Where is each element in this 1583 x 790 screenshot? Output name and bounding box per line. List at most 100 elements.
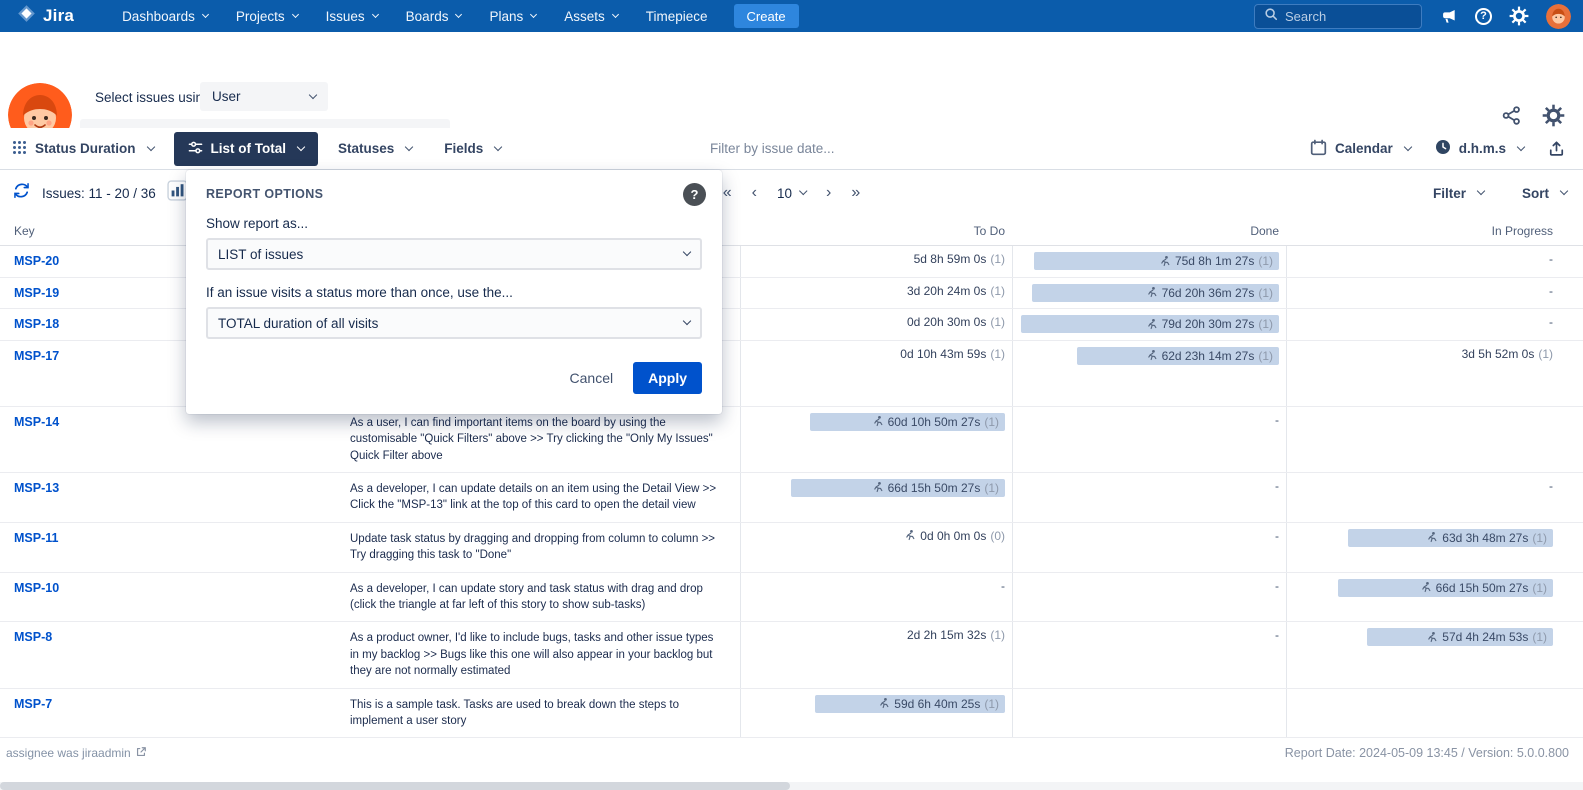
issue-source-mode-select[interactable]: User: [200, 82, 328, 111]
duration-badge: 66d 15h 50m 27s(1): [791, 479, 1005, 497]
apply-button[interactable]: Apply: [633, 362, 702, 394]
chevron-down-icon: [292, 10, 299, 17]
pagination: « ‹ 10 › »: [723, 185, 861, 201]
first-page-button[interactable]: «: [723, 185, 732, 201]
last-page-button[interactable]: »: [851, 185, 860, 201]
nav-menu: Dashboards Projects Issues Boards Plans …: [108, 0, 721, 32]
calendar-icon: [1310, 139, 1327, 159]
runner-icon: [1145, 349, 1158, 362]
duration-badge: 79d 20h 30m 27s(1): [1021, 315, 1279, 333]
chevron-down-icon: [683, 248, 691, 256]
nav-projects[interactable]: Projects: [222, 0, 312, 32]
inprogress-duration-cell: -: [1286, 278, 1560, 309]
search-input[interactable]: [1285, 9, 1412, 24]
statuses-button[interactable]: Statuses: [338, 141, 412, 156]
nav-issues[interactable]: Issues: [312, 0, 392, 32]
issue-key-link[interactable]: MSP-14: [14, 415, 59, 429]
issue-key-link[interactable]: MSP-13: [14, 481, 59, 495]
page-size-select[interactable]: 10: [777, 186, 806, 201]
issue-date-filter[interactable]: Filter by issue date...: [710, 141, 835, 156]
nav-timepiece[interactable]: Timepiece: [632, 0, 722, 32]
nav-boards[interactable]: Boards: [392, 0, 476, 32]
chevron-down-icon: [1403, 142, 1411, 150]
visit-count: (1): [984, 481, 999, 495]
runner-icon: [1145, 286, 1158, 299]
nav-assets[interactable]: Assets: [550, 0, 632, 32]
inprogress-duration-cell: 66d 15h 50m 27s(1): [1286, 573, 1560, 622]
duration-badge: 66d 15h 50m 27s(1): [1338, 579, 1553, 597]
user-avatar[interactable]: [1546, 4, 1571, 29]
cancel-button[interactable]: Cancel: [570, 370, 614, 386]
show-report-select[interactable]: LIST of issues: [206, 238, 702, 270]
runner-icon: [1425, 631, 1438, 644]
done-duration-cell: 75d 8h 1m 27s(1): [1012, 246, 1286, 277]
duration-format-button[interactable]: d.h.m.s: [1435, 139, 1524, 158]
issue-key-link[interactable]: MSP-20: [14, 254, 59, 268]
visit-count: (1): [1258, 317, 1273, 331]
duration-badge: 63d 3h 48m 27s(1): [1348, 529, 1553, 547]
calendar-button[interactable]: Calendar: [1310, 139, 1411, 159]
issue-summary: As a developer, I can update story and t…: [350, 573, 740, 622]
visit-count: (1): [1258, 286, 1273, 300]
fields-button[interactable]: Fields: [444, 141, 501, 156]
runner-icon: [871, 415, 884, 428]
visit-count: (1): [1532, 581, 1547, 595]
prev-page-button[interactable]: ‹: [752, 185, 757, 201]
todo-duration-cell: -: [740, 573, 1012, 622]
settings-gear-icon[interactable]: [1509, 6, 1529, 26]
export-icon[interactable]: [1548, 140, 1565, 157]
visit-count: (1): [984, 697, 999, 711]
visit-count: (1): [990, 315, 1005, 329]
horizontal-scrollbar-thumb[interactable]: [0, 782, 790, 790]
done-duration-cell: -: [1012, 407, 1286, 472]
done-duration-cell: -: [1012, 622, 1286, 687]
inprogress-duration-cell: 57d 4h 24m 53s(1): [1286, 622, 1560, 687]
modal-title: REPORT OPTIONS: [206, 187, 702, 201]
table-row: MSP-7 This is a sample task. Tasks are u…: [0, 689, 1583, 739]
view-mode-button[interactable]: List of Total: [174, 132, 319, 166]
done-duration-cell: -: [1012, 523, 1286, 572]
inprogress-duration-cell: [1286, 407, 1560, 472]
issue-key-link[interactable]: MSP-10: [14, 581, 59, 595]
issue-summary: As a product owner, I'd like to include …: [350, 622, 740, 687]
todo-duration-cell: 60d 10h 50m 27s(1): [740, 407, 1012, 472]
runner-icon: [903, 529, 916, 542]
announcement-icon[interactable]: [1439, 7, 1458, 26]
jira-logo[interactable]: Jira: [16, 3, 74, 29]
inprogress-duration-cell: -: [1286, 473, 1560, 522]
top-navbar: Jira Dashboards Projects Issues Boards P…: [0, 0, 1583, 32]
inprogress-duration-cell: 3d 5h 52m 0s(1): [1286, 341, 1560, 406]
issue-key-link[interactable]: MSP-19: [14, 286, 59, 300]
visits-select[interactable]: TOTAL duration of all visits: [206, 307, 702, 339]
grid-icon: [12, 140, 27, 158]
select-issues-label: Select issues using: [95, 90, 211, 105]
col-header-todo: To Do: [740, 224, 1012, 238]
global-search[interactable]: [1254, 4, 1422, 29]
nav-plans[interactable]: Plans: [475, 0, 550, 32]
report-toolbar: Status Duration List of Total Statuses F…: [0, 128, 1583, 170]
duration-badge: 75d 8h 1m 27s(1): [1034, 252, 1279, 270]
issue-key-link[interactable]: MSP-17: [14, 349, 59, 363]
help-icon[interactable]: ?: [1475, 8, 1492, 25]
filter-button[interactable]: Filter: [1433, 186, 1484, 201]
create-button[interactable]: Create: [734, 4, 799, 28]
chart-view-icon[interactable]: [167, 180, 188, 206]
clock-icon: [1435, 139, 1451, 158]
refresh-icon[interactable]: [12, 181, 31, 205]
todo-duration-cell: 2d 2h 15m 32s(1): [740, 622, 1012, 687]
issue-key-link[interactable]: MSP-11: [14, 531, 58, 545]
chevron-down-icon: [1477, 187, 1485, 195]
next-page-button[interactable]: ›: [826, 185, 831, 201]
chevron-down-icon: [612, 10, 619, 17]
nav-dashboards[interactable]: Dashboards: [108, 0, 222, 32]
assignee-filter-link[interactable]: assignee was jiraadmin: [6, 746, 147, 761]
issue-key-link[interactable]: MSP-8: [14, 630, 52, 644]
runner-icon: [1158, 255, 1171, 268]
sort-button[interactable]: Sort: [1522, 186, 1567, 201]
col-header-done: Done: [1012, 224, 1286, 238]
report-type-button[interactable]: Status Duration: [12, 140, 154, 158]
issue-key-link[interactable]: MSP-7: [14, 697, 52, 711]
modal-help-icon[interactable]: ?: [683, 183, 706, 206]
issue-source-panel: Select issues using User Gizem Gökçe: [0, 32, 1583, 128]
issue-key-link[interactable]: MSP-18: [14, 317, 59, 331]
